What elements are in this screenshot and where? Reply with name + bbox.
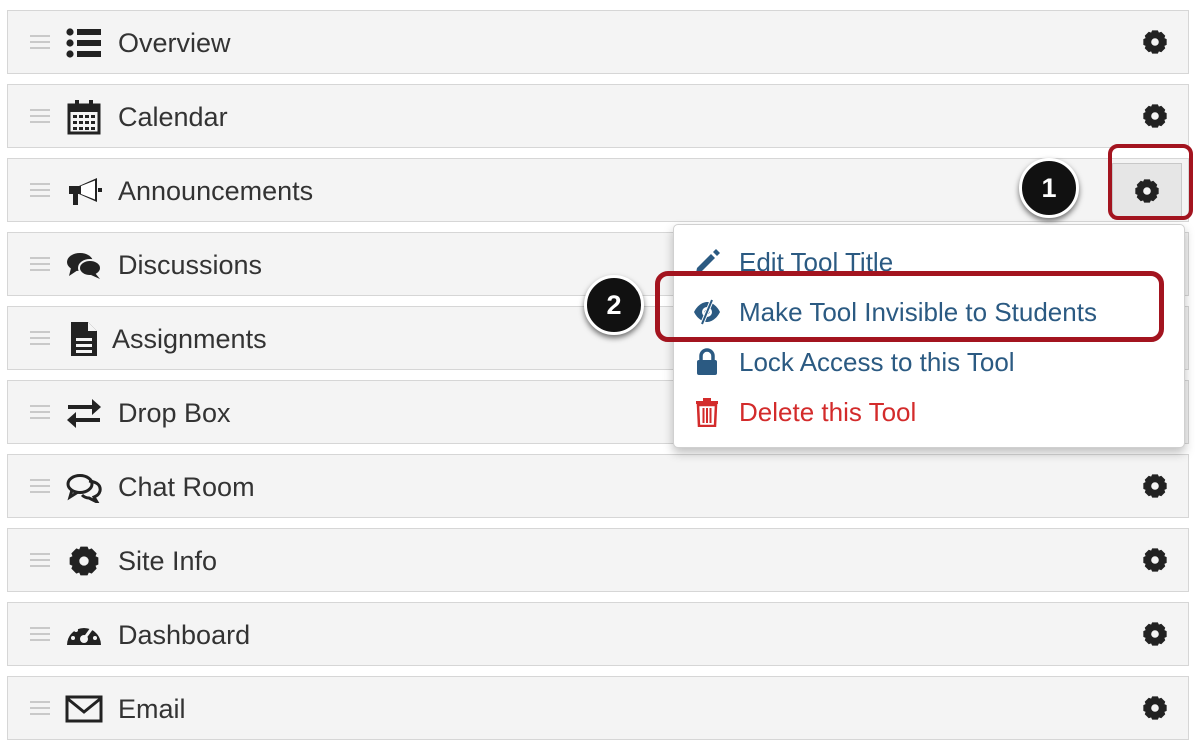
tool-row-chat-room[interactable]: Chat Room	[7, 454, 1189, 518]
megaphone-icon	[64, 173, 104, 209]
drag-handle-icon[interactable]	[30, 553, 50, 569]
menu-item-lock-access[interactable]: Lock Access to this Tool	[674, 339, 1184, 385]
drag-handle-icon[interactable]	[30, 701, 50, 717]
dashboard-gauge-icon	[64, 617, 104, 653]
exchange-arrows-icon	[64, 395, 104, 431]
calendar-icon	[64, 99, 104, 135]
gear-icon	[1143, 548, 1167, 572]
tool-label: Calendar	[118, 102, 228, 132]
menu-item-label: Delete this Tool	[739, 397, 917, 427]
document-icon	[64, 321, 104, 357]
tool-settings-button[interactable]	[1140, 545, 1170, 575]
tool-row-email[interactable]: Email	[7, 676, 1189, 740]
tool-label: Site Info	[118, 546, 218, 576]
tool-settings-button[interactable]	[1140, 693, 1170, 723]
step-badge-1: 1	[1019, 158, 1079, 218]
tool-row-site-info[interactable]: Site Info	[7, 528, 1189, 592]
gear-icon	[1143, 622, 1167, 646]
gear-icon	[1143, 104, 1167, 128]
comments-icon	[64, 247, 104, 283]
menu-item-delete-tool[interactable]: Delete this Tool	[674, 389, 1184, 435]
tool-label: Announcements	[118, 176, 314, 206]
drag-handle-icon[interactable]	[30, 35, 50, 51]
drag-handle-icon[interactable]	[30, 331, 50, 347]
drag-handle-icon[interactable]	[30, 257, 50, 273]
gear-icon	[1143, 696, 1167, 720]
tool-label: Chat Room	[118, 472, 255, 502]
drag-handle-icon[interactable]	[30, 183, 50, 199]
highlight-box-make-invisible	[655, 271, 1164, 342]
tool-label: Overview	[118, 28, 231, 58]
tool-row-overview[interactable]: Overview	[7, 10, 1189, 74]
tool-label: Assignments	[112, 324, 267, 354]
trash-icon	[692, 397, 722, 427]
step-badge-2: 2	[584, 275, 644, 335]
tool-row-calendar[interactable]: Calendar	[7, 84, 1189, 148]
envelope-icon	[64, 691, 104, 727]
tool-row-dashboard[interactable]: Dashboard	[7, 602, 1189, 666]
drag-handle-icon[interactable]	[30, 405, 50, 421]
drag-handle-icon[interactable]	[30, 109, 50, 125]
tool-label: Drop Box	[118, 398, 231, 428]
tool-label: Email	[118, 694, 186, 724]
tool-settings-button[interactable]	[1140, 27, 1170, 57]
gear-icon	[64, 543, 104, 579]
drag-handle-icon[interactable]	[30, 627, 50, 643]
chat-bubbles-icon	[64, 469, 104, 505]
tool-label: Discussions	[118, 250, 263, 280]
tool-label: Dashboard	[118, 620, 251, 650]
highlight-box-gear	[1108, 144, 1193, 220]
drag-handle-icon[interactable]	[30, 479, 50, 495]
tool-settings-button[interactable]	[1140, 619, 1170, 649]
list-icon	[64, 25, 104, 61]
menu-item-label: Lock Access to this Tool	[739, 347, 1015, 377]
lock-icon	[692, 347, 722, 377]
tool-settings-button[interactable]	[1140, 101, 1170, 131]
tool-row-announcements[interactable]: Announcements	[7, 158, 1189, 222]
gear-icon	[1143, 30, 1167, 54]
gear-icon	[1143, 474, 1167, 498]
tool-settings-button[interactable]	[1140, 471, 1170, 501]
